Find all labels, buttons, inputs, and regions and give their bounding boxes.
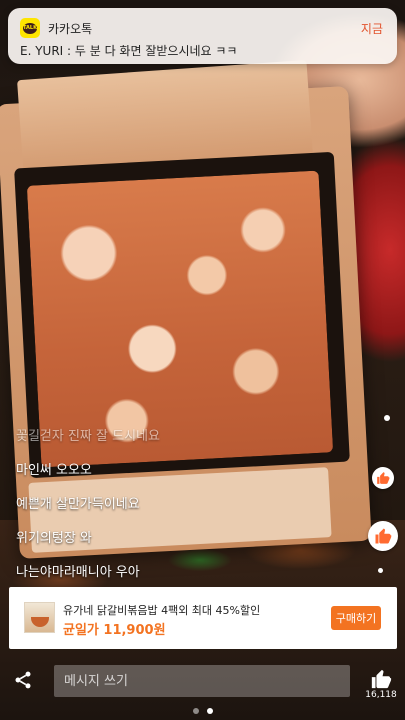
buy-button[interactable]: 구매하기 — [331, 606, 381, 630]
chat-comment: 꽃길걷자 진짜 잘 드시네요 — [16, 429, 160, 444]
kakaotalk-notification[interactable]: TALK 카카오톡 지금 E. YURI : 두 분 다 화면 잘받으시네요 ㅋ… — [8, 8, 397, 64]
page-dot[interactable] — [192, 708, 199, 714]
product-name: 유가네 닭갈비볶음밥 4팩외 최대 45%할인 — [63, 604, 261, 617]
product-card[interactable]: 유가네 닭갈비볶음밥 4팩외 최대 45%할인 균일가 11,900원 구매하기 — [9, 587, 397, 649]
thumbs-up-icon[interactable] — [366, 668, 396, 690]
floating-like-dot — [384, 415, 390, 421]
product-thumbnail — [24, 602, 55, 633]
page-indicator — [0, 708, 405, 714]
like-count: 16,118 — [365, 690, 397, 700]
chat-comments: 꽃길걷자 진짜 잘 드시네요 마인써 오오오 예쁜개 살만가득이네요 위기의텅장… — [16, 427, 346, 597]
chat-comment: 예쁜개 살만가득이네요 — [16, 497, 140, 512]
marinated-chicken — [26, 170, 334, 468]
kakaotalk-icon: TALK — [20, 18, 40, 38]
share-icon[interactable] — [11, 668, 35, 692]
notification-app-name: 카카오톡 — [48, 22, 93, 36]
notification-time: 지금 — [360, 22, 383, 36]
product-price: 균일가 11,900원 — [63, 623, 166, 638]
floating-like-icon — [368, 521, 398, 551]
floating-like-dot — [378, 568, 383, 573]
notification-message: E. YURI : 두 분 다 화면 잘받으시네요 ㅋㅋ — [20, 44, 238, 58]
page-dot-active[interactable] — [206, 708, 213, 714]
chat-comment: 위기의텅장 와 — [16, 531, 92, 546]
chat-comment: 마인써 오오오 — [16, 463, 92, 478]
message-input[interactable] — [54, 665, 350, 697]
floating-like-icon — [372, 467, 394, 489]
